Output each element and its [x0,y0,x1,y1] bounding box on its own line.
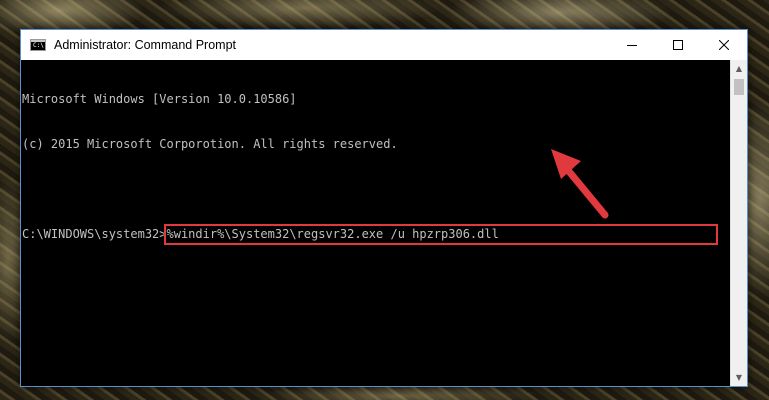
scroll-down-arrow-icon[interactable]: ▼ [731,369,747,386]
console-line: (c) 2015 Microsoft Corporotion. All righ… [22,137,398,151]
scroll-thumb[interactable] [734,79,744,95]
close-icon [719,40,729,50]
title-bar[interactable]: C:\ Administrator: Command Prompt [21,30,747,60]
prompt-line: C:\WINDOWS\system32>%windir%\System32\re… [22,224,732,245]
red-arrow-icon [551,149,609,219]
console-output[interactable]: Microsoft Windows [Version 10.0.10586] (… [21,60,732,386]
window-controls [609,30,747,60]
minimize-icon [627,45,637,46]
window-title: Administrator: Command Prompt [54,38,237,52]
vertical-scrollbar[interactable]: ▲ ▼ [730,60,747,386]
cmd-icon: C:\ [30,39,46,51]
console-line: Microsoft Windows [Version 10.0.10586] [22,92,297,106]
prompt-path: C:\WINDOWS\system32> [22,227,167,241]
minimize-button[interactable] [609,30,655,60]
highlighted-command[interactable]: %windir%\System32\regsvr32.exe /u hpzrp3… [163,224,718,245]
close-button[interactable] [701,30,747,60]
maximize-button[interactable] [655,30,701,60]
command-prompt-window: C:\ Administrator: Command Prompt Micros… [20,29,748,387]
scroll-up-arrow-icon[interactable]: ▲ [731,60,747,77]
maximize-icon [673,40,683,50]
